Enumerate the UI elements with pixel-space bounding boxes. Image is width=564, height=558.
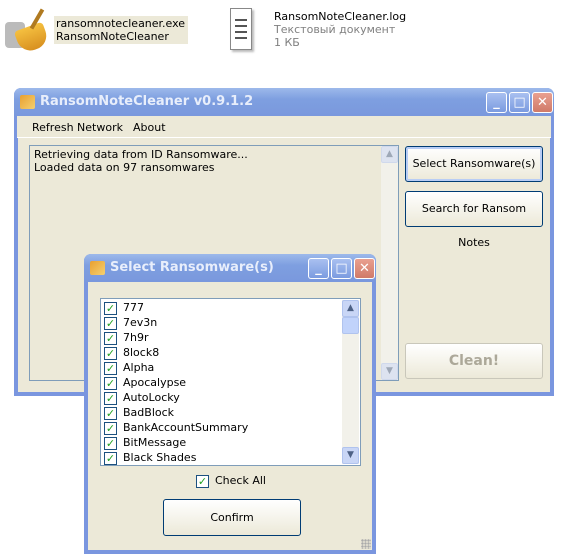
app-icon <box>90 261 105 275</box>
dialog-titlebar[interactable]: Select Ransomware(s) _ □ ✕ <box>84 254 376 282</box>
item-label: Black Shades <box>123 451 197 464</box>
minimize-button[interactable]: _ <box>308 258 329 279</box>
item-label: 8lock8 <box>123 346 160 359</box>
checkmark-icon[interactable]: ✓ <box>104 301 117 315</box>
list-item[interactable]: ✓ BankAccountSummary <box>101 420 360 435</box>
checkmark-icon[interactable]: ✓ <box>104 406 117 420</box>
resize-grip-icon[interactable] <box>361 539 371 549</box>
list-item[interactable]: ✓ 7h9r <box>101 330 360 345</box>
list-scrollbar[interactable]: ▲ ▼ <box>342 300 359 464</box>
checkmark-icon[interactable]: ✓ <box>104 391 117 405</box>
confirm-button[interactable]: Confirm <box>163 499 301 536</box>
checkmark-icon[interactable]: ✓ <box>104 361 117 375</box>
item-label: 7ev3n <box>123 316 158 329</box>
checkmark-icon[interactable]: ✓ <box>104 331 117 345</box>
list-item[interactable]: ✓ 8lock8 <box>101 345 360 360</box>
close-button[interactable]: ✕ <box>532 92 553 113</box>
item-label: 777 <box>123 301 144 314</box>
list-item[interactable]: ✓ 777 <box>101 300 360 315</box>
file-name: RansomNoteCleaner.log <box>274 10 407 23</box>
checkmark-icon[interactable]: ✓ <box>104 436 117 450</box>
item-label: AutoLocky <box>123 391 180 404</box>
list-item[interactable]: ✓ Apocalypse <box>101 375 360 390</box>
search-ransom-notes-button[interactable]: Search for Ransom Notes <box>405 191 543 249</box>
checkmark-icon[interactable]: ✓ <box>104 421 117 435</box>
file-log[interactable]: RansomNoteCleaner.log Текстовый документ… <box>274 10 406 49</box>
item-label: BitMessage <box>123 436 187 449</box>
minimize-button[interactable]: _ <box>486 92 507 113</box>
menu-refresh-network[interactable]: Refresh Network <box>32 121 123 134</box>
select-ransomware-dialog: Select Ransomware(s) _ □ ✕ ✓ 777 ✓ 7ev3n ✓ 7h… <box>84 254 376 554</box>
file-name: ransomnotecleaner.exe <box>56 17 186 30</box>
list-item[interactable]: ✓ Alpha <box>101 360 360 375</box>
menu-about[interactable]: About <box>133 121 166 134</box>
log-line: Retrieving data from ID Ransomware... <box>34 148 248 161</box>
main-titlebar[interactable]: RansomNoteCleaner v0.9.1.2 _ □ ✕ <box>14 88 554 116</box>
list-item[interactable]: ✓ Black Shades <box>101 450 360 465</box>
log-line: Loaded data on 97 ransomwares <box>34 161 215 174</box>
scroll-thumb[interactable] <box>342 317 359 334</box>
file-type: Текстовый документ <box>274 23 396 36</box>
file-desc: RansomNoteCleaner <box>56 30 169 43</box>
close-button[interactable]: ✕ <box>354 258 375 279</box>
checkmark-icon[interactable]: ✓ <box>104 346 117 360</box>
log-scrollbar[interactable]: ▲ ▼ <box>381 146 398 380</box>
window-title: RansomNoteCleaner v0.9.1.2 <box>40 94 254 109</box>
scroll-down-icon[interactable]: ▼ <box>342 447 359 464</box>
maximize-button[interactable]: □ <box>331 258 352 279</box>
file-exe[interactable]: ransomnotecleaner.exe RansomNoteCleaner <box>54 16 189 44</box>
list-item[interactable]: ✓ BitMessage <box>101 435 360 450</box>
list-item[interactable]: ✓ BadBlock <box>101 405 360 420</box>
text-document-icon[interactable] <box>230 8 252 50</box>
maximize-button[interactable]: □ <box>509 92 530 113</box>
checkmark-icon[interactable]: ✓ <box>104 376 117 390</box>
check-all-checkbox[interactable]: ✓ Check All <box>196 474 266 488</box>
checkmark-icon[interactable]: ✓ <box>104 316 117 330</box>
dialog-title: Select Ransomware(s) <box>110 260 274 275</box>
file-size: 1 КБ <box>274 36 300 49</box>
scroll-up-icon[interactable]: ▲ <box>342 300 359 317</box>
item-label: Alpha <box>123 361 155 374</box>
menu-bar: Refresh Network About <box>17 116 551 138</box>
scroll-up-icon[interactable]: ▲ <box>381 146 398 163</box>
item-label: 7h9r <box>123 331 149 344</box>
checkmark-icon: ✓ <box>196 474 209 488</box>
select-ransomware-button[interactable]: Select Ransomware(s) <box>405 146 543 182</box>
broom-icon[interactable] <box>5 8 51 55</box>
item-label: BankAccountSummary <box>123 421 249 434</box>
ransomware-checklist[interactable]: ✓ 777 ✓ 7ev3n ✓ 7h9r ✓ 8lock8 ✓ Alpha ✓ Apocalypse ✓… <box>100 298 361 466</box>
checkmark-icon[interactable]: ✓ <box>104 451 117 465</box>
list-item[interactable]: ✓ 7ev3n <box>101 315 360 330</box>
list-item[interactable]: ✓ AutoLocky <box>101 390 360 405</box>
check-all-label: Check All <box>215 474 266 487</box>
clean-button[interactable]: Clean! <box>405 343 543 379</box>
app-icon <box>20 95 35 109</box>
item-label: BadBlock <box>123 406 175 419</box>
item-label: Apocalypse <box>123 376 187 389</box>
scroll-down-icon[interactable]: ▼ <box>381 363 398 380</box>
